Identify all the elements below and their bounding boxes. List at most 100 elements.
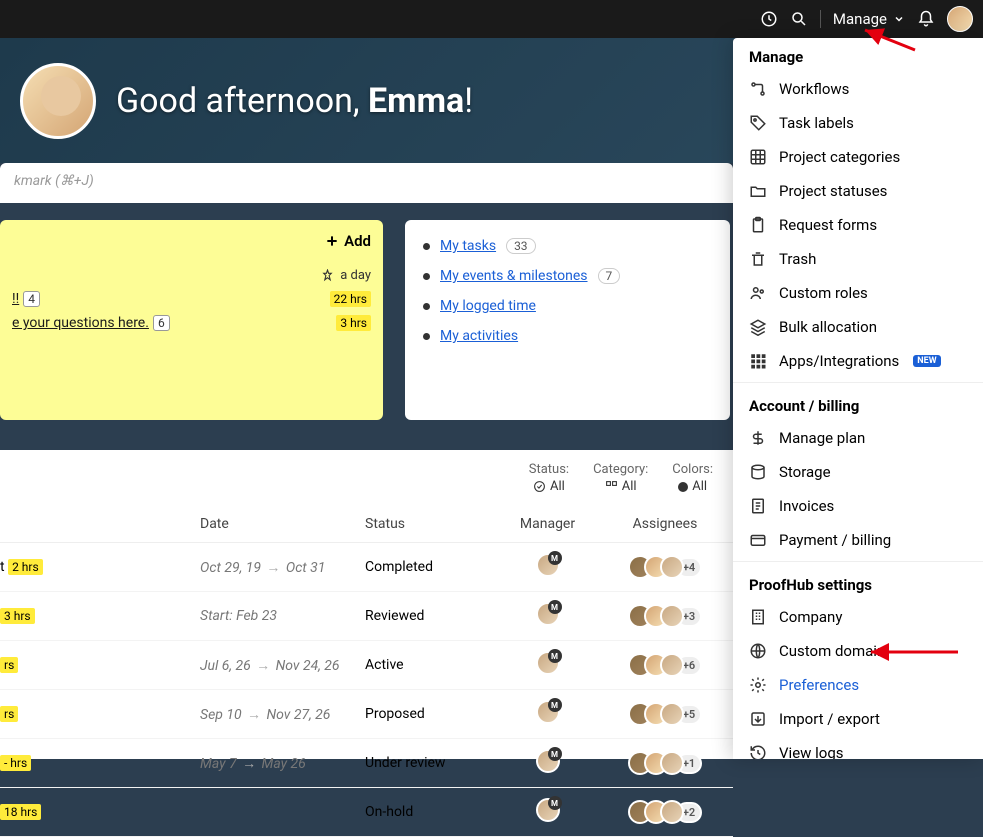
manager-cell: M (490, 553, 605, 581)
date-cell: Jul 6, 26 → Nov 24, 26 (200, 657, 365, 674)
add-label: Add (344, 232, 371, 250)
dropdown-item-apps-integrations[interactable]: Apps/IntegrationsNEW (733, 344, 983, 378)
table-row[interactable]: rs Sep 10 → Nov 27, 26 Proposed M +5 (0, 690, 733, 739)
table-row[interactable]: t 2 hrs Oct 29, 19 → Oct 31 Completed M … (0, 543, 733, 592)
filter-status-label: Status: (529, 462, 569, 477)
add-button[interactable]: Add (324, 232, 371, 250)
clock-icon[interactable] (760, 10, 778, 28)
manager-badge: M (548, 600, 562, 614)
avatar (660, 604, 684, 628)
chevron-down-icon (893, 13, 905, 25)
count-badge: 6 (153, 315, 170, 331)
dropdown-item-view-logs[interactable]: View logs (733, 736, 983, 759)
dropdown-item-request-forms[interactable]: Request forms (733, 208, 983, 242)
topbar: Manage (0, 0, 983, 38)
manager-cell: M (490, 700, 605, 728)
table-row[interactable]: 18 hrs On-hold M +2 (0, 788, 733, 837)
link-text[interactable]: My logged time (440, 298, 536, 314)
count-badge: 7 (598, 268, 621, 284)
dropdown-item-invoices[interactable]: Invoices (733, 489, 983, 523)
dropdown-item-label: Preferences (779, 676, 859, 694)
notes-card: Add a day !!422 hrse your questions here… (0, 220, 383, 420)
dropdown-item-bulk-allocation[interactable]: Bulk allocation (733, 310, 983, 344)
avatar: M (536, 749, 560, 773)
links-card: My tasks33My events & milestones7My logg… (405, 220, 730, 420)
status-cell: On-hold (365, 804, 490, 820)
avatar (660, 702, 684, 726)
greeting-suffix: ! (464, 81, 473, 121)
dropdown-item-custom-roles[interactable]: Custom roles (733, 276, 983, 310)
manage-dropdown-button[interactable]: Manage (833, 10, 905, 28)
dropdown-item-project-statuses[interactable]: Project statuses (733, 174, 983, 208)
gear-icon (749, 676, 767, 694)
dropdown-item-label: Request forms (779, 216, 877, 234)
globe-icon (749, 642, 767, 660)
dropdown-item-preferences[interactable]: Preferences (733, 668, 983, 702)
dropdown-item-label: Trash (779, 250, 816, 268)
manage-label: Manage (833, 10, 887, 28)
dropdown-item-payment-billing[interactable]: Payment / billing (733, 523, 983, 557)
table-row[interactable]: rs Jul 6, 26 → Nov 24, 26 Active M +6 (0, 641, 733, 690)
dropdown-item-task-labels[interactable]: Task labels (733, 106, 983, 140)
note-text[interactable]: e your questions here. (12, 315, 149, 331)
dropdown-item-label: Company (779, 608, 842, 626)
link-text[interactable]: My activities (440, 328, 518, 344)
filters: Status: All Category: All Colors: All (0, 450, 733, 506)
dropdown-item-workflows[interactable]: Workflows (733, 72, 983, 106)
dropdown-item-trash[interactable]: Trash (733, 242, 983, 276)
dropdown-item-import-export[interactable]: Import / export (733, 702, 983, 736)
filter-status[interactable]: Status: All (529, 462, 569, 494)
manager-badge: M (548, 698, 562, 712)
dropdown-item-label: Storage (779, 463, 831, 481)
link-row: My activities (423, 328, 712, 344)
grid-icon (749, 148, 767, 166)
bullet-icon (423, 333, 430, 340)
avatar (660, 555, 684, 579)
dropdown-item-company[interactable]: Company (733, 600, 983, 634)
avatar[interactable] (947, 6, 973, 32)
filter-colors[interactable]: Colors: All (672, 462, 713, 494)
dot-icon (678, 482, 688, 492)
manager-cell: M (490, 651, 605, 679)
dropdown-item-project-categories[interactable]: Project categories (733, 140, 983, 174)
dropdown-item-manage-plan[interactable]: Manage plan (733, 421, 983, 455)
bell-icon[interactable] (917, 10, 935, 28)
header-date[interactable]: Date (200, 516, 365, 532)
bullet-icon (423, 303, 430, 310)
status-cell: Active (365, 657, 490, 673)
date-cell: May 7 → May 26 (200, 755, 365, 772)
assignees-cell: +3 (605, 604, 725, 628)
search-input[interactable]: kmark (⌘+J) (0, 163, 733, 203)
status-cell: Reviewed (365, 608, 490, 624)
manage-dropdown: Manage Workflows Task labelsProject catego… (733, 38, 983, 759)
filter-colors-value: All (692, 479, 707, 494)
storage-icon (749, 463, 767, 481)
hrs-badge: 3 hrs (0, 608, 35, 624)
note-text[interactable]: !! (12, 291, 19, 307)
header-assignees[interactable]: Assignees (605, 516, 725, 532)
status-cell: Completed (365, 559, 490, 575)
header-status[interactable]: Status (365, 516, 490, 532)
dropdown-item-storage[interactable]: Storage (733, 455, 983, 489)
avatar (660, 653, 684, 677)
avatar: M (536, 700, 560, 724)
manager-cell: M (490, 749, 605, 777)
filter-category[interactable]: Category: All (593, 462, 648, 494)
assignees-cell: +5 (605, 702, 725, 726)
search-placeholder: kmark (⌘+J) (14, 173, 94, 189)
dropdown-item-custom-domain[interactable]: Custom domain (733, 634, 983, 668)
dropdown-item-label: View logs (779, 744, 844, 759)
hrs-badge: 22 hrs (330, 291, 371, 307)
hrs-badge: 18 hrs (0, 804, 41, 820)
dropdown-item-label: Workflows (779, 80, 849, 98)
dropdown-section-header: Manage (733, 38, 983, 72)
avatar: M (536, 553, 560, 577)
table-row[interactable]: ‑ hrs May 7 → May 26 Under review M +1 (0, 739, 733, 788)
header-manager[interactable]: Manager (490, 516, 605, 532)
hrs-badge: ‑ hrs (0, 755, 31, 771)
category-icon (605, 480, 618, 493)
link-text[interactable]: My tasks (440, 238, 496, 254)
link-text[interactable]: My events & milestones (440, 268, 588, 284)
table-row[interactable]: 3 hrs Start: Feb 23 Reviewed M +3 (0, 592, 733, 641)
search-icon[interactable] (790, 10, 808, 28)
